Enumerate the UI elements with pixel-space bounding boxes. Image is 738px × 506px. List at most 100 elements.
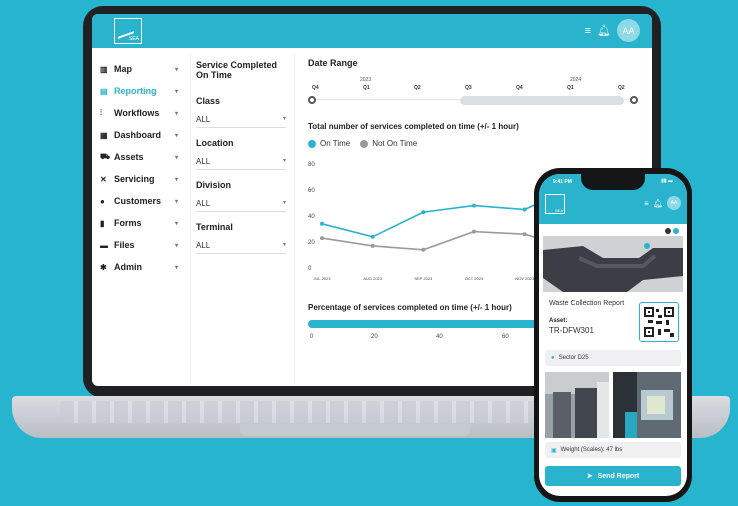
bin-photo	[545, 372, 609, 438]
sidebar-item-customers[interactable]: ● Customers ▾	[96, 190, 184, 212]
date-range-selection	[460, 96, 624, 105]
sidebar-item-label: Dashboard	[114, 130, 162, 140]
quarter-label: Q2	[618, 85, 625, 91]
header-actions: ≡ 🔔︎ AA	[585, 19, 640, 42]
bell-icon[interactable]: 🔔︎	[653, 199, 663, 208]
weight-field[interactable]: ▣ Weight (Scales): 47 lbs	[545, 442, 681, 458]
sidebar-item-label: Customers	[114, 196, 162, 206]
select-value: ALL	[196, 241, 211, 250]
division-select[interactable]: ALL ▾	[196, 196, 286, 212]
class-select[interactable]: ALL ▾	[196, 112, 286, 128]
y-tick-label: 80	[308, 162, 315, 168]
y-tick-label: 0	[308, 266, 312, 272]
sidebar-item-admin[interactable]: ✱ Admin ▾	[96, 256, 184, 278]
data-point[interactable]	[421, 247, 426, 252]
bell-icon[interactable]: 🔔︎	[597, 24, 611, 37]
sidebar-item-files[interactable]: ▬ Files ▾	[96, 234, 184, 256]
data-point[interactable]	[370, 243, 375, 248]
sidebar-item-map[interactable]: ▥ Map ▾	[96, 58, 184, 80]
app-logo[interactable]: SEA	[114, 18, 142, 44]
chart-legend: On Time Not On Time	[308, 139, 417, 148]
sidebar-item-assets[interactable]: ⛟ Assets ▾	[96, 146, 184, 168]
phone-app-logo[interactable]: SEA	[545, 194, 565, 214]
sidebar-item-servicing[interactable]: ✕ Servicing ▾	[96, 168, 184, 190]
sidebar-item-reporting[interactable]: ▤ Reporting ▾	[96, 80, 184, 102]
chevron-down-icon: ▾	[174, 88, 178, 95]
carousel-dot[interactable]	[665, 228, 671, 234]
sidebar-item-label: Assets	[114, 152, 144, 162]
app-header: SEA ≡ 🔔︎ AA	[92, 14, 652, 48]
users-icon: ●	[100, 196, 105, 206]
pct-tick-label: 60	[502, 334, 509, 340]
y-tick-label: 40	[308, 214, 315, 220]
data-point[interactable]	[522, 207, 527, 212]
quarter-label: Q4	[312, 85, 319, 91]
percentage-chart-title: Percentage of services completed on time…	[308, 303, 512, 312]
sector-field[interactable]: ● Sector D25	[545, 350, 681, 366]
data-point[interactable]	[472, 229, 476, 234]
hamburger-icon[interactable]: ≡	[585, 25, 591, 37]
qr-code-icon	[644, 307, 674, 337]
signal-battery-icon: ▮▮ ▬	[661, 178, 673, 184]
sidebar-item-label: Files	[114, 240, 135, 250]
qr-code[interactable]	[639, 302, 679, 342]
select-value: ALL	[196, 199, 211, 208]
sidebar-item-workflows[interactable]: ⫶ Workflows ▾	[96, 102, 184, 124]
avatar[interactable]: AA	[667, 196, 681, 210]
date-range-quarters: Q4 Q1 Q2 Q3 Q4 Q1 Q2	[308, 85, 638, 93]
sidebar-item-forms[interactable]: ▮ Forms ▾	[96, 212, 184, 234]
data-point[interactable]	[320, 221, 324, 226]
carousel-dot[interactable]	[673, 228, 679, 234]
select-value: ALL	[196, 157, 211, 166]
quarter-label: Q3	[465, 85, 472, 91]
avatar[interactable]: AA	[617, 19, 640, 42]
x-tick-label: AUG 2023	[363, 276, 382, 281]
chevron-down-icon: ▾	[174, 110, 178, 117]
quarter-label: Q1	[363, 85, 370, 91]
filter-title: Service Completed On Time	[196, 60, 278, 80]
chevron-down-icon: ▾	[174, 264, 178, 271]
hamburger-icon[interactable]: ≡	[644, 199, 649, 208]
sidebar-item-label: Servicing	[114, 174, 155, 184]
data-point[interactable]	[522, 232, 527, 237]
logo-text: SEA	[554, 208, 563, 213]
range-handle-start[interactable]	[308, 96, 316, 104]
chevron-down-icon: ▾	[174, 198, 178, 205]
sidebar-item-label: Workflows	[114, 108, 160, 118]
data-point[interactable]	[421, 210, 426, 215]
x-tick-label: SEP 2023	[414, 276, 433, 281]
sidebar-item-label: Forms	[114, 218, 142, 228]
sidebar-item-label: Map	[114, 64, 132, 74]
legend-label: Not On Time	[372, 139, 418, 148]
data-point[interactable]	[472, 203, 476, 208]
date-range-slider[interactable]	[308, 96, 638, 107]
y-tick-label: 20	[308, 240, 315, 246]
chevron-down-icon: ▾	[174, 220, 178, 227]
legend-item-not-on-time[interactable]: Not On Time	[360, 139, 417, 148]
data-point[interactable]	[320, 236, 324, 241]
data-point[interactable]	[370, 234, 375, 239]
filter-label-class: Class	[196, 96, 221, 106]
avatar-initials: AA	[622, 25, 635, 36]
location-select[interactable]: ALL ▾	[196, 154, 286, 170]
chevron-down-icon: ▾	[174, 242, 178, 249]
x-tick-label: NOV 2023	[515, 276, 534, 281]
filter-label-location: Location	[196, 138, 234, 148]
terminal-select[interactable]: ALL ▾	[196, 238, 286, 254]
truck-illustration	[543, 236, 683, 292]
sidebar: ▥ Map ▾ ▤ Reporting ▾ ⫶ Workflows ▾ ▦ Dashboard…	[96, 58, 184, 278]
send-report-button[interactable]: ➤ Send Report	[545, 466, 681, 486]
photo-thumbnail-1[interactable]	[545, 372, 609, 438]
legend-item-on-time[interactable]: On Time	[308, 139, 350, 148]
y-tick-label: 60	[308, 188, 315, 194]
quarter-label: Q4	[516, 85, 523, 91]
quarter-label: Q1	[567, 85, 574, 91]
sidebar-item-label: Reporting	[114, 86, 157, 96]
carousel-indicators	[665, 228, 679, 234]
logo-text: SEA	[128, 36, 139, 42]
range-handle-end[interactable]	[630, 96, 638, 104]
legend-label: On Time	[320, 139, 351, 148]
sidebar-item-dashboard[interactable]: ▦ Dashboard ▾	[96, 124, 184, 146]
map-icon: ▥	[100, 64, 108, 74]
photo-thumbnail-2[interactable]	[613, 372, 681, 438]
